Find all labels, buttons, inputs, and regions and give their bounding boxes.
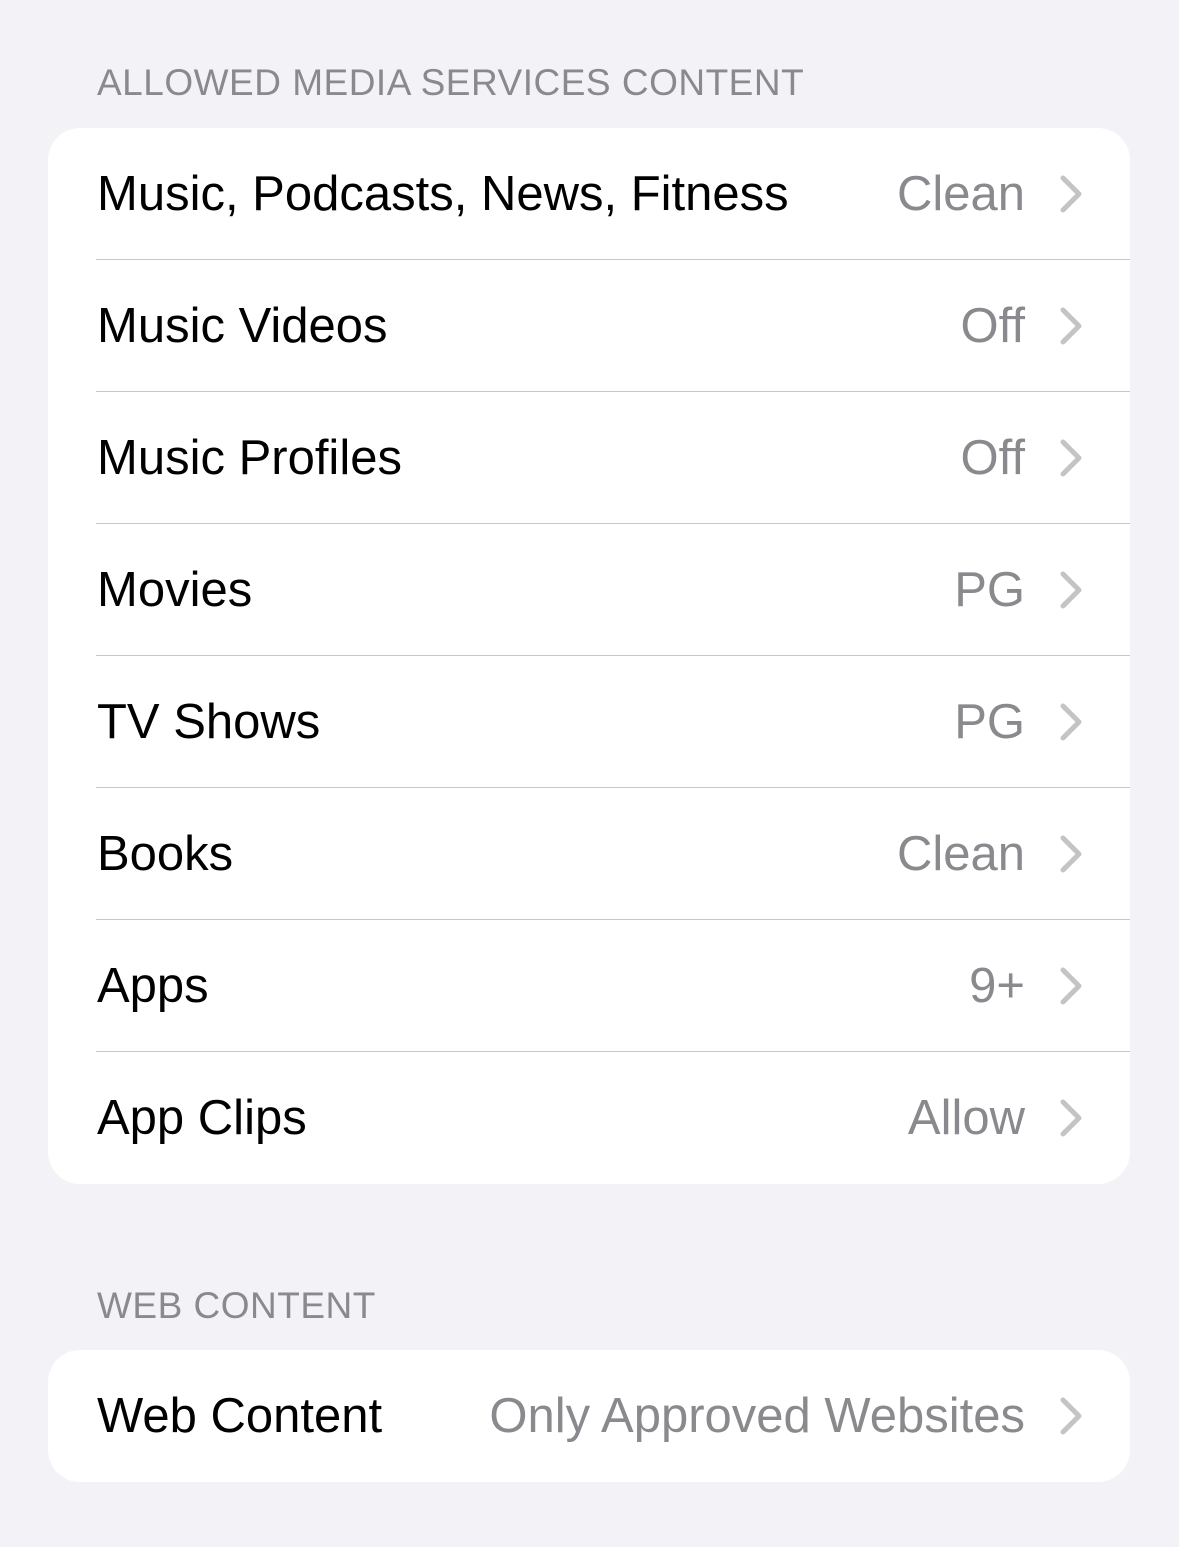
row-value: Clean [896, 827, 1025, 881]
row-value: Off [960, 299, 1025, 353]
row-value: Allow [907, 1091, 1025, 1145]
row-label: App Clips [97, 1091, 307, 1145]
row-apps[interactable]: Apps 9+ [48, 920, 1130, 1052]
section-header-media: ALLOWED MEDIA SERVICES CONTENT [97, 62, 805, 103]
row-label: Music Profiles [97, 431, 402, 485]
row-books[interactable]: Books Clean [48, 788, 1130, 920]
row-value: Off [960, 431, 1025, 485]
chevron-right-icon [1060, 175, 1082, 213]
chevron-right-icon [1060, 307, 1082, 345]
row-movies[interactable]: Movies PG [48, 524, 1130, 656]
chevron-right-icon [1060, 439, 1082, 477]
row-app-clips[interactable]: App Clips Allow [48, 1052, 1130, 1184]
row-value: Clean [896, 167, 1025, 221]
section-header-web: WEB CONTENT [97, 1285, 376, 1326]
chevron-right-icon [1060, 703, 1082, 741]
row-music-profiles[interactable]: Music Profiles Off [48, 392, 1130, 524]
chevron-right-icon [1060, 1397, 1082, 1435]
row-value: PG [954, 695, 1025, 749]
row-web-content[interactable]: Web Content Only Approved Websites [48, 1350, 1130, 1482]
web-content-card: Web Content Only Approved Websites [48, 1350, 1130, 1482]
chevron-right-icon [1060, 967, 1082, 1005]
row-label: Web Content [97, 1389, 383, 1443]
chevron-right-icon [1060, 1099, 1082, 1137]
row-tv-shows[interactable]: TV Shows PG [48, 656, 1130, 788]
row-label: Music Videos [97, 299, 388, 353]
row-value: Only Approved Websites [489, 1389, 1025, 1443]
chevron-right-icon [1060, 835, 1082, 873]
row-label: TV Shows [97, 695, 321, 749]
row-label: Movies [97, 563, 253, 617]
media-content-card: Music, Podcasts, News, Fitness Clean Mus… [48, 128, 1130, 1184]
row-music-videos[interactable]: Music Videos Off [48, 260, 1130, 392]
row-value: 9+ [969, 959, 1025, 1013]
row-label: Music, Podcasts, News, Fitness [97, 167, 789, 221]
row-value: PG [954, 563, 1025, 617]
chevron-right-icon [1060, 571, 1082, 609]
row-label: Books [97, 827, 234, 881]
row-music-podcasts-news-fitness[interactable]: Music, Podcasts, News, Fitness Clean [48, 128, 1130, 260]
row-label: Apps [97, 959, 209, 1013]
